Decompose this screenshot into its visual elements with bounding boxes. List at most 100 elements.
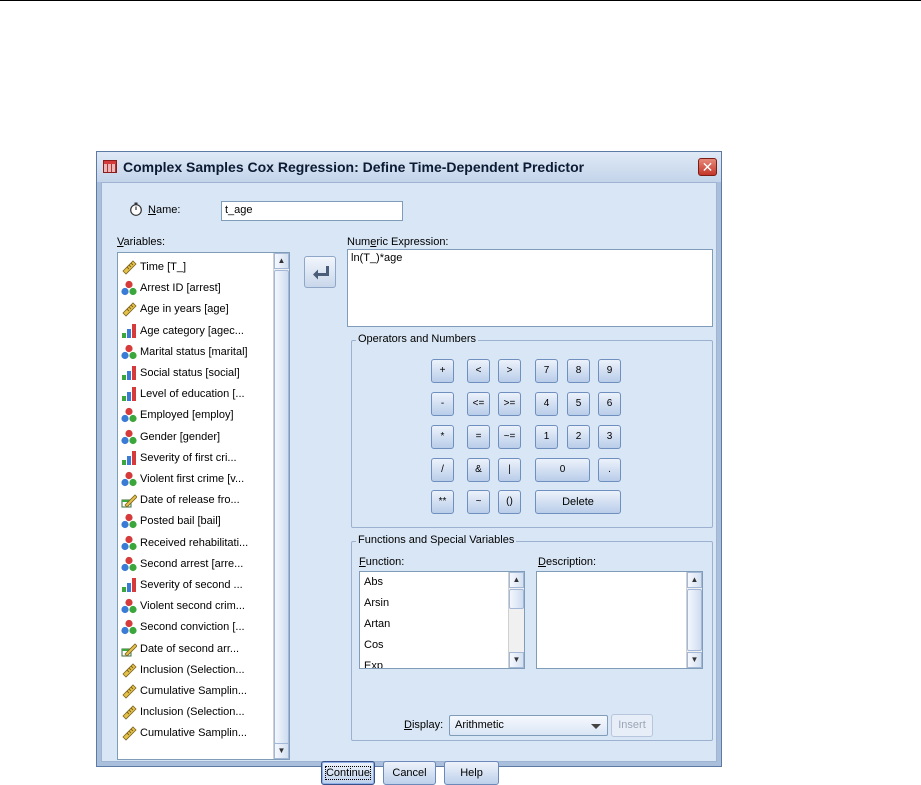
key-not[interactable]: ~ — [467, 490, 490, 514]
variable-list-item[interactable]: Posted bail [bail] — [121, 511, 221, 531]
description-scrollbar[interactable]: ▲ ▼ — [686, 572, 702, 668]
description-label: Description: — [538, 556, 597, 568]
variable-list-item[interactable]: Date of second arr... — [121, 639, 239, 659]
key-3[interactable]: 3 — [598, 425, 621, 449]
help-button[interactable]: Help — [444, 761, 499, 785]
key-less-than[interactable]: < — [467, 359, 490, 383]
key-decimal[interactable]: . — [598, 458, 621, 482]
variables-listbox[interactable]: Time [T_] Arrest ID [arrest] Age in years … — [117, 252, 290, 760]
variable-list-item[interactable]: Level of education [... — [121, 384, 245, 404]
scale-ruler-icon — [122, 260, 137, 275]
key-greater-than[interactable]: > — [498, 359, 521, 383]
scroll-thumb[interactable] — [687, 589, 702, 651]
arrow-left-icon — [313, 266, 329, 280]
key-delete[interactable]: Delete — [535, 490, 621, 514]
function-scrollbar[interactable]: ▲ ▼ — [508, 572, 524, 668]
variable-list-item[interactable]: Second conviction [... — [121, 617, 245, 637]
title-bar[interactable]: Complex Samples Cox Regression: Define T… — [97, 152, 721, 182]
ordinal-icon — [122, 323, 136, 338]
variable-label: Received rehabilitati... — [140, 536, 249, 549]
function-list-item[interactable]: Artan — [364, 618, 390, 630]
cancel-button[interactable]: Cancel — [383, 761, 436, 785]
variable-list-item[interactable]: Age category [agec... — [121, 321, 244, 341]
variables-scrollbar[interactable]: ▲ ▼ — [273, 253, 289, 759]
scroll-down-icon[interactable]: ▼ — [687, 652, 702, 668]
variable-list-item[interactable]: Social status [social] — [121, 363, 240, 383]
key-divide[interactable]: / — [431, 458, 454, 482]
key-2[interactable]: 2 — [567, 425, 590, 449]
description-box[interactable]: ▲ ▼ — [536, 571, 703, 669]
variable-list-item[interactable]: Date of release fro... — [121, 490, 240, 510]
key-greater-equal[interactable]: >= — [498, 392, 521, 416]
variable-list-item[interactable]: Inclusion (Selection... — [121, 702, 245, 722]
function-listbox[interactable]: Abs Arsin Artan Cos Exp ▲ ▼ — [359, 571, 525, 669]
variable-list-item[interactable]: Cumulative Samplin... — [121, 681, 247, 701]
key-9[interactable]: 9 — [598, 359, 621, 383]
variable-label: Severity of first cri... — [140, 451, 237, 464]
scroll-down-icon[interactable]: ▼ — [274, 743, 289, 759]
move-variable-button[interactable] — [304, 256, 336, 288]
scroll-up-icon[interactable]: ▲ — [687, 572, 702, 588]
variable-list-item[interactable]: Time [T_] — [121, 257, 186, 277]
date-ruler-icon — [121, 643, 137, 657]
key-not-equal[interactable]: ~= — [498, 425, 521, 449]
key-plus[interactable]: + — [431, 359, 454, 383]
variable-list-item[interactable]: Received rehabilitati... — [121, 533, 248, 553]
scale-ruler-icon — [122, 684, 137, 699]
variable-list-item[interactable]: Violent first crime [v... — [121, 469, 244, 489]
variable-list-item[interactable]: Arrest ID [arrest] — [121, 278, 221, 298]
key-minus[interactable]: - — [431, 392, 454, 416]
variable-list-item[interactable]: Age in years [age] — [121, 299, 229, 319]
nominal-icon — [121, 620, 137, 635]
variable-list-item[interactable]: Severity of first cri... — [121, 448, 237, 468]
key-and[interactable]: & — [467, 458, 490, 482]
key-4[interactable]: 4 — [535, 392, 558, 416]
scroll-thumb[interactable] — [509, 589, 524, 609]
key-multiply[interactable]: * — [431, 425, 454, 449]
scale-ruler-icon — [122, 663, 137, 678]
key-or[interactable]: | — [498, 458, 521, 482]
chevron-down-icon — [591, 724, 601, 729]
scale-ruler-icon — [122, 302, 137, 317]
variable-label: Age in years [age] — [140, 303, 229, 316]
key-equal[interactable]: = — [467, 425, 490, 449]
numeric-expression-textarea[interactable]: ln(T_)*age — [347, 249, 713, 327]
variable-label: Posted bail [bail] — [140, 515, 221, 528]
variable-list-item[interactable]: Employed [employ] — [121, 405, 234, 425]
variable-list-item[interactable]: Cumulative Samplin... — [121, 723, 247, 743]
continue-button[interactable]: Continue — [321, 761, 375, 785]
operators-group: Operators and Numbers + < > 7 8 9 - <= >… — [351, 333, 713, 528]
spss-table-icon — [103, 160, 117, 173]
variable-list-item[interactable]: Marital status [marital] — [121, 342, 248, 362]
function-list-item[interactable]: Arsin — [364, 597, 389, 609]
variable-list-item[interactable]: Gender [gender] — [121, 427, 220, 447]
key-7[interactable]: 7 — [535, 359, 558, 383]
key-less-equal[interactable]: <= — [467, 392, 490, 416]
scroll-thumb[interactable] — [274, 270, 289, 744]
scroll-down-icon[interactable]: ▼ — [509, 652, 524, 668]
variable-label: Arrest ID [arrest] — [140, 282, 221, 295]
variable-list-item[interactable]: Second arrest [arre... — [121, 554, 243, 574]
variable-label: Level of education [... — [140, 388, 245, 401]
close-button[interactable]: ✕ — [698, 158, 717, 176]
scale-ruler-icon — [122, 705, 137, 720]
variable-list-item[interactable]: Inclusion (Selection... — [121, 660, 245, 680]
name-input[interactable]: t_age — [221, 201, 403, 221]
display-dropdown[interactable]: Arithmetic — [449, 715, 608, 736]
variable-list-item[interactable]: Violent second crim... — [121, 596, 245, 616]
function-list-item[interactable]: Cos — [364, 639, 384, 651]
variable-list-item[interactable]: Severity of second ... — [121, 575, 243, 595]
function-list-item[interactable]: Abs — [364, 576, 383, 588]
key-1[interactable]: 1 — [535, 425, 558, 449]
key-5[interactable]: 5 — [567, 392, 590, 416]
scroll-up-icon[interactable]: ▲ — [274, 253, 289, 269]
function-list-item[interactable]: Exp — [364, 660, 383, 668]
key-0[interactable]: 0 — [535, 458, 590, 482]
key-6[interactable]: 6 — [598, 392, 621, 416]
dialog-title: Complex Samples Cox Regression: Define T… — [123, 159, 585, 175]
insert-button[interactable]: Insert — [611, 714, 653, 737]
scroll-up-icon[interactable]: ▲ — [509, 572, 524, 588]
key-8[interactable]: 8 — [567, 359, 590, 383]
key-power[interactable]: ** — [431, 490, 454, 514]
key-parentheses[interactable]: () — [498, 490, 521, 514]
